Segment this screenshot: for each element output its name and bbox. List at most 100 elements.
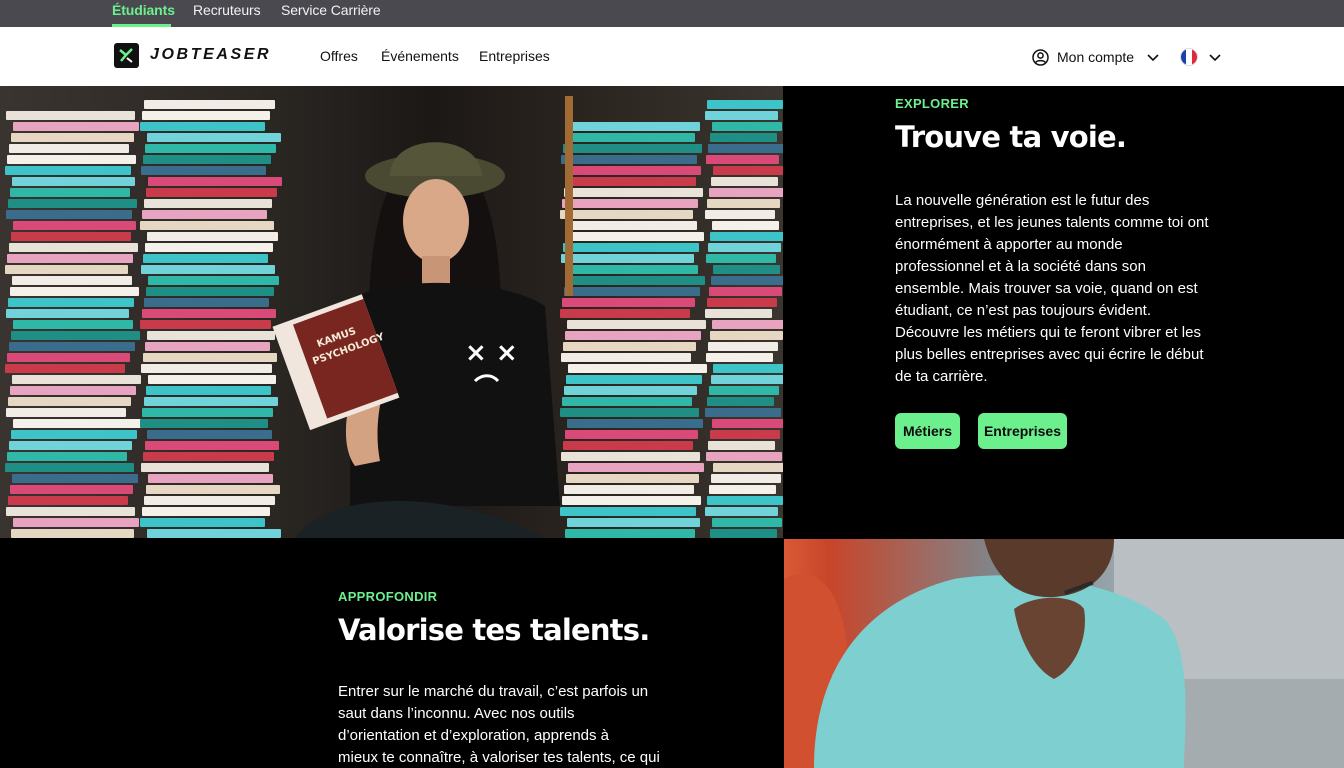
jobteaser-logo-icon[interactable] [114,43,139,68]
description-line: étudiant, ce n’est pas toujours évident. [895,302,1151,319]
book-spine [144,199,272,208]
book-spine [565,331,701,340]
audience-tab-service-carriere[interactable]: Service Carrière [281,2,381,18]
book-spine [142,507,270,516]
metiers-button[interactable]: Métiers [895,413,960,449]
nav-evenements[interactable]: Événements [381,48,459,64]
audience-tab-etudiants[interactable]: Étudiants [112,2,175,18]
book-spine [713,364,783,373]
book-spine [565,133,695,142]
book-spine [710,529,777,538]
book-spine [148,474,273,483]
book-spine [563,144,702,153]
book-spine [567,419,703,428]
book-spine [565,529,695,538]
nav-entreprises[interactable]: Entreprises [479,48,550,64]
chevron-down-icon [1209,54,1221,62]
book-spine [710,232,783,241]
book-spine [706,155,779,164]
description-line: de ta carrière. [895,368,988,385]
book-spine [707,199,780,208]
description-line: Découvre les métiers qui te feront vibre… [895,324,1201,341]
book-spine [712,320,783,329]
section-description-explorer: La nouvelle génération est le futur des … [895,190,1235,388]
book-spine [566,375,702,384]
explorer-section: EXPLORER Trouve ta voie. La nouvelle gén… [895,96,1235,388]
logo-text[interactable]: JOBTEASER [150,46,271,64]
section-description-approfondir: Entrer sur le marché du travail, c’est p… [338,681,678,768]
book-spine [564,386,697,395]
book-spine [561,452,700,461]
book-spine [144,397,278,406]
book-spine [562,496,701,505]
book-spine [144,298,269,307]
book-spine [712,419,783,428]
book-spine [9,441,132,450]
book-spine [6,408,126,417]
approfondir-section: APPROFONDIR Valorise tes talents. Entrer… [338,589,678,768]
book-spine [709,188,783,197]
book-spine [711,177,778,186]
book-spine [145,342,270,351]
audience-tab-recruteurs[interactable]: Recruteurs [193,2,261,18]
book-spine [141,265,275,274]
book-spine [145,144,276,153]
book-spine [7,254,133,263]
description-line: énormément à apporter au monde [895,236,1123,253]
book-spine [142,408,273,417]
book-spine [568,265,698,274]
book-spine [705,210,775,219]
book-spine [8,496,128,505]
book-spine [709,287,782,296]
book-spine [560,507,696,516]
book-spine [8,199,137,208]
book-spine [708,144,783,153]
book-spine [568,463,704,472]
book-spine [710,430,780,439]
book-spine [566,474,699,483]
book-spine [562,397,692,406]
book-stack [560,120,707,538]
book-spine [143,452,274,461]
book-spine [705,408,781,417]
book-spine [11,133,134,142]
book-spine [10,485,133,494]
book-spine [10,386,136,395]
book-stack [140,98,282,538]
book-spine [11,430,137,439]
book-spine [567,122,700,131]
book-spine [707,298,777,307]
audience-bar: Étudiants Recruteurs Service Carrière [0,0,1344,27]
book-spine [8,397,131,406]
language-selector[interactable] [1180,47,1222,67]
book-spine [6,210,132,219]
book-spine [560,408,699,417]
book-spine [146,386,271,395]
book-spine [713,166,783,175]
book-spine [11,529,134,538]
book-spine [708,243,781,252]
book-spine [12,375,141,384]
book-spine [568,166,701,175]
book-spine [141,166,266,175]
book-spine [142,111,270,120]
chevron-down-icon [1147,54,1159,62]
user-circle-icon [1032,48,1049,66]
book-spine [140,221,274,230]
book-spine [6,507,135,516]
book-spine [141,463,269,472]
book-spine [143,353,277,362]
book-spine [148,375,276,384]
account-menu[interactable]: Mon compte [1032,47,1160,67]
entreprises-button[interactable]: Entreprises [978,413,1067,449]
book-spine [565,232,704,241]
book-spine [713,463,783,472]
book-spine [561,254,694,263]
nav-offres[interactable]: Offres [320,48,358,64]
book-spine [707,496,783,505]
section-eyebrow-explorer: EXPLORER [895,96,969,111]
book-spine [7,452,127,461]
book-spine [706,254,776,263]
book-spine [706,452,782,461]
book-spine [145,441,279,450]
